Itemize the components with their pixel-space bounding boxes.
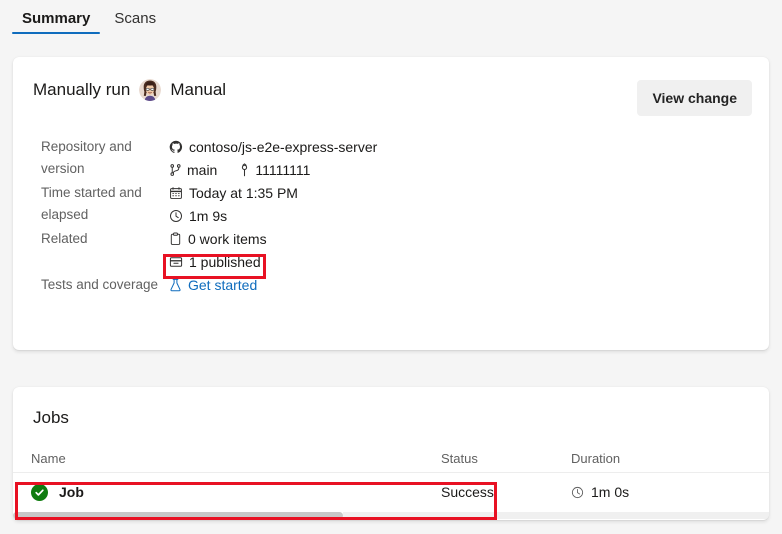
jobs-table: Name Status Duration Job Success 1m 0s [13,444,769,511]
run-author: Manual [170,80,227,99]
summary-card: Manually run Manual View change Reposito… [13,57,769,350]
branch-item[interactable]: main [169,158,217,181]
clipboard-icon [169,231,182,246]
job-status: Success [441,484,494,500]
commit-icon [239,162,250,177]
calendar-icon [169,186,183,200]
success-check-icon [31,483,48,501]
detail-row-tests: Tests and coverage Get started [41,273,641,296]
detail-label-repository: Repository and version [41,139,132,176]
branch-name: main [187,161,218,178]
jobs-title: Jobs [33,408,69,427]
work-items-line[interactable]: 0 work items [169,227,641,250]
clock-icon [169,209,183,223]
tests-get-started-link[interactable]: Get started [188,274,257,296]
run-details: Repository and version contoso/js-e2e-ex… [41,135,641,296]
branch-commit-line: main 11111111 [169,158,641,181]
tests-get-started-line[interactable]: Get started [169,273,641,296]
published-artifacts-line[interactable]: 1 published [169,250,641,273]
detail-label-related: Related [41,231,88,246]
elapsed-value: 1m 9s [189,207,228,224]
horizontal-scrollbar-thumb[interactable] [13,512,343,519]
time-started-value: Today at 1:35 PM [189,184,298,201]
branch-icon [169,163,182,177]
job-name: Job [59,484,84,500]
horizontal-scrollbar-track[interactable] [343,512,769,519]
tab-scans-label: Scans [114,10,157,27]
detail-value-time: Today at 1:35 PM 1m 9s [169,181,641,227]
repository-line[interactable]: contoso/js-e2e-express-server [169,135,641,158]
jobs-card: Jobs Name Status Duration Job Success 1m… [13,387,769,520]
column-header-name: Name [31,450,66,466]
view-change-button[interactable]: View change [637,80,752,116]
detail-label-tests: Tests and coverage [41,277,159,292]
github-icon [169,140,183,154]
commit-item[interactable]: 11111111 [239,158,310,181]
detail-label-time: Time started and elapsed [41,185,142,222]
tab-scans[interactable]: Scans [102,0,168,40]
column-header-status: Status [441,450,478,466]
repository-name: contoso/js-e2e-express-server [189,138,378,155]
run-title: Manually run [33,80,131,99]
detail-row-related: Related 0 work items 1 published [41,227,641,273]
detail-value-repository: contoso/js-e2e-express-server main 11111… [169,135,641,181]
horizontal-scrollbar[interactable] [13,511,769,520]
published-artifacts-value: 1 published [189,253,261,270]
clock-icon [571,486,584,499]
user-avatar [139,79,162,101]
elapsed-line: 1m 9s [169,204,641,227]
job-name-cell: Job [31,483,441,501]
jobs-table-header: Name Status Duration [13,444,769,473]
tab-summary[interactable]: Summary [10,0,102,40]
detail-value-related: 0 work items 1 published [169,227,641,273]
table-row[interactable]: Job Success 1m 0s [13,473,769,511]
tab-strip: Summary Scans [0,0,782,48]
package-icon [169,255,183,269]
detail-value-tests: Get started [169,273,641,296]
time-started-line: Today at 1:35 PM [169,181,641,204]
commit-hash: 11111111 [255,161,311,178]
branch-commit-group: main 11111111 [169,158,310,181]
beaker-icon [169,278,182,292]
tab-summary-label: Summary [22,10,91,27]
job-duration-cell: 1m 0s [571,484,751,500]
work-items-value: 0 work items [188,230,267,247]
job-duration: 1m 0s [591,484,630,500]
column-header-duration: Duration [571,450,621,466]
detail-row-repository: Repository and version contoso/js-e2e-ex… [41,135,641,181]
detail-row-time: Time started and elapsed Today at 1:35 P… [41,181,641,227]
run-header: Manually run Manual [33,79,226,101]
